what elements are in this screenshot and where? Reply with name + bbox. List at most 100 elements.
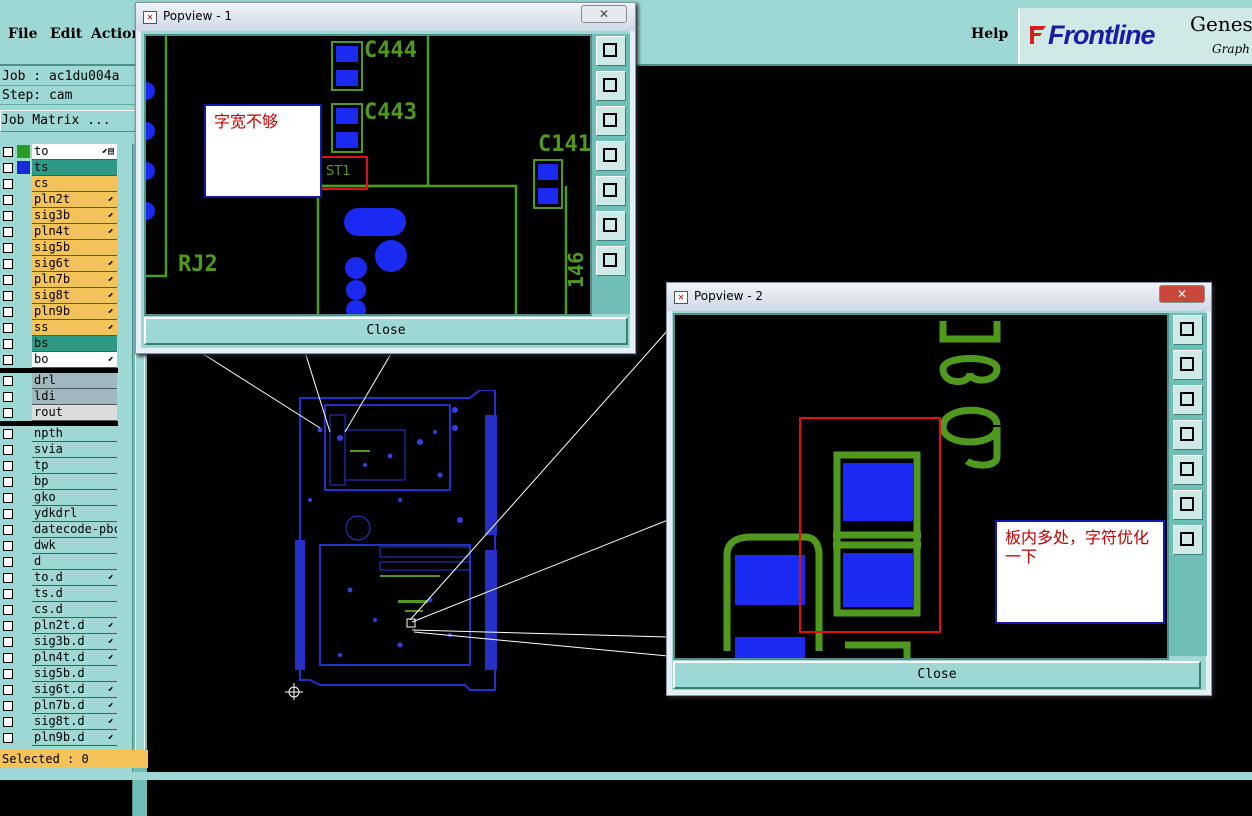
layer-checkbox[interactable] [3,525,13,535]
layer-checkbox[interactable] [3,573,13,583]
layer-row[interactable]: to ⬋▤ [0,144,118,160]
layer-checkbox[interactable] [3,408,13,418]
layer-name[interactable]: d [32,554,117,570]
pan-right-icon[interactable] [1173,455,1203,485]
layer-name[interactable]: cs [32,176,117,192]
layer-checkbox[interactable] [3,445,13,455]
layer-checkbox[interactable] [3,669,13,679]
layer-checkbox[interactable] [3,509,13,519]
layer-checkbox[interactable] [3,541,13,551]
layer-checkbox[interactable] [3,637,13,647]
layer-color-swatch[interactable] [17,161,30,174]
layer-row[interactable]: ts.d [0,586,118,602]
layer-row[interactable]: datecode-pbc [0,522,118,538]
layer-name[interactable]: sig6t.d [32,682,117,698]
popview-2-close-button[interactable]: Close [673,661,1201,689]
layer-checkbox[interactable] [3,323,13,333]
layer-name[interactable]: ts.d [32,586,117,602]
layer-name[interactable]: sig3b.d [32,634,117,650]
pan-up-icon[interactable] [1173,350,1203,380]
layer-checkbox[interactable] [3,147,13,157]
layer-name[interactable]: sig3b [32,208,117,224]
layer-name[interactable]: sig8t.d [32,714,117,730]
zoom-fit-icon[interactable] [1173,315,1203,345]
popview-1-close-button[interactable]: Close [144,317,628,345]
layer-row[interactable]: bs [0,336,118,352]
layer-checkbox[interactable] [3,243,13,253]
layer-checkbox[interactable] [3,621,13,631]
layer-checkbox[interactable] [3,605,13,615]
layer-name[interactable]: bp [32,474,117,490]
layer-name[interactable]: sig5b.d [32,666,117,682]
layer-checkbox[interactable] [3,376,13,386]
layer-row[interactable]: sig5b.d [0,666,118,682]
layer-name[interactable]: ydkdrl [32,506,117,522]
zoom-out-icon[interactable] [596,246,626,276]
layer-name[interactable]: dwk [32,538,117,554]
layer-row[interactable]: svia [0,442,118,458]
zoom-out-icon[interactable] [1173,525,1203,555]
menu-help[interactable]: Help [971,26,1008,42]
layer-row[interactable]: drl [0,373,118,389]
layer-row[interactable]: bp [0,474,118,490]
layer-name[interactable]: pln7b.d [32,698,117,714]
pan-up-icon[interactable] [596,71,626,101]
layer-row[interactable]: pln2t ⬋ [0,192,118,208]
pcb-board-view[interactable] [280,390,510,700]
menu-file[interactable]: File [8,26,37,42]
layer-row[interactable]: dwk [0,538,118,554]
layer-row[interactable]: gko [0,490,118,506]
layer-name[interactable]: pln7b [32,272,117,288]
layer-checkbox[interactable] [3,589,13,599]
layer-checkbox[interactable] [3,163,13,173]
pan-left-icon[interactable] [596,141,626,171]
layer-row[interactable]: pln4t ⬋ [0,224,118,240]
layer-name[interactable]: pln4t.d [32,650,117,666]
layer-checkbox[interactable] [3,685,13,695]
layer-name[interactable]: sig6t [32,256,117,272]
popview-2-close-x-button[interactable]: ✕ [1159,285,1205,303]
layer-row[interactable]: sig6t.d ⬋ [0,682,118,698]
popview-1-close-x-button[interactable]: ✕ [581,5,627,23]
zoom-in-icon[interactable] [596,211,626,241]
layer-checkbox[interactable] [3,477,13,487]
layer-checkbox[interactable] [3,557,13,567]
layer-checkbox[interactable] [3,259,13,269]
layer-name[interactable]: bs [32,336,117,352]
layer-name[interactable]: cs.d [32,602,117,618]
layer-row[interactable]: bo ⬋ [0,352,118,368]
layer-name[interactable]: pln4t [32,224,117,240]
layer-name[interactable]: sig5b [32,240,117,256]
layer-name[interactable]: pln2t.d [32,618,117,634]
layer-checkbox[interactable] [3,307,13,317]
job-matrix-button[interactable]: Job Matrix ... [0,110,136,132]
layer-checkbox[interactable] [3,179,13,189]
pan-down-icon[interactable] [1173,385,1203,415]
layer-row[interactable]: ss ⬋ [0,320,118,336]
layer-name[interactable]: ldi [32,389,117,405]
layer-name[interactable]: pln2t [32,192,117,208]
layer-row[interactable]: npth [0,426,118,442]
layer-row[interactable]: ldi [0,389,118,405]
layer-checkbox[interactable] [3,717,13,727]
popview-2-titlebar[interactable]: ✕ Popview - 2 ✕ [667,283,1211,311]
layer-row[interactable]: pln2t.d ⬋ [0,618,118,634]
layer-checkbox[interactable] [3,392,13,402]
layer-checkbox[interactable] [3,291,13,301]
layer-checkbox[interactable] [3,355,13,365]
layer-row[interactable]: rout [0,405,118,421]
layer-name[interactable]: sig8t [32,288,117,304]
layer-row[interactable]: sig5b [0,240,118,256]
layer-name[interactable]: drl [32,373,117,389]
layer-checkbox[interactable] [3,653,13,663]
layer-row[interactable]: sig8t ⬋ [0,288,118,304]
layer-name[interactable]: npth [32,426,117,442]
layer-checkbox[interactable] [3,227,13,237]
zoom-in-icon[interactable] [1173,490,1203,520]
zoom-fit-icon[interactable] [596,36,626,66]
layer-row[interactable]: pln7b ⬋ [0,272,118,288]
layer-row[interactable]: cs [0,176,118,192]
layer-checkbox[interactable] [3,733,13,743]
layer-name[interactable]: svia [32,442,117,458]
layer-name[interactable]: tp [32,458,117,474]
